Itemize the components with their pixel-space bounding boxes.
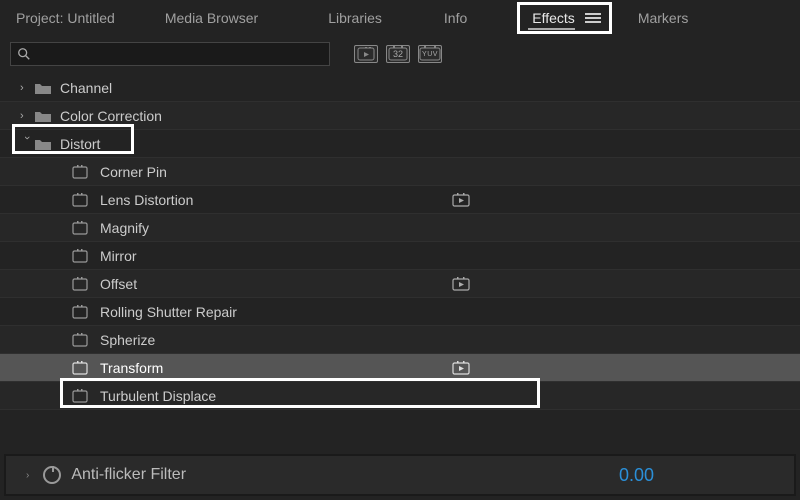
filter-accelerated-icon[interactable] <box>354 45 378 63</box>
effect-rolling-shutter-repair[interactable]: Rolling Shutter Repair <box>0 298 800 326</box>
effect-icon <box>72 165 92 179</box>
panel-menu-icon[interactable] <box>585 11 601 25</box>
effect-icon <box>72 277 92 291</box>
effect-mirror[interactable]: Mirror <box>0 242 800 270</box>
filter-32bit-icon[interactable]: 32 <box>386 45 410 63</box>
tab-effects-active-highlight: Effects <box>517 2 612 34</box>
effect-icon <box>72 249 92 263</box>
effect-corner-pin[interactable]: Corner Pin <box>0 158 800 186</box>
effect-label: Spherize <box>100 332 155 348</box>
tree-folder-label: Channel <box>60 80 112 96</box>
property-value[interactable]: 0.00 <box>619 465 654 486</box>
folder-icon <box>34 81 54 95</box>
effect-controls-row: › Anti-flicker Filter 0.00 <box>4 454 796 496</box>
filter-32bit-label: 32 <box>393 49 403 59</box>
chevron-right-icon: › <box>20 82 34 94</box>
tree-folder-color-correction[interactable]: › Color Correction <box>0 102 800 130</box>
effect-accelerated-badge-icon <box>452 361 470 375</box>
tree-folder-distort[interactable]: › Distort <box>0 130 800 158</box>
effects-tree: › Channel › Color Correction › Distort C… <box>0 74 800 410</box>
tab-project[interactable]: Project: Untitled <box>10 2 145 34</box>
effect-icon <box>72 221 92 235</box>
filter-yuv-icon[interactable]: YUV <box>418 45 442 63</box>
effect-label: Offset <box>100 276 137 292</box>
effect-accelerated-badge-icon <box>452 193 470 207</box>
effects-toolbar: 32 YUV <box>0 36 800 72</box>
tab-media-browser[interactable]: Media Browser <box>145 2 278 34</box>
effect-transform[interactable]: Transform <box>0 354 800 382</box>
effect-label: Turbulent Displace <box>100 388 216 404</box>
tree-folder-channel[interactable]: › Channel <box>0 74 800 102</box>
effect-icon <box>72 389 92 403</box>
panel-tab-bar: Project: Untitled Media Browser Librarie… <box>0 0 800 36</box>
filter-yuv-label: YUV <box>422 51 438 58</box>
effect-icon <box>72 361 92 375</box>
effect-magnify[interactable]: Magnify <box>0 214 800 242</box>
effects-search-box[interactable] <box>10 42 330 66</box>
effect-label: Mirror <box>100 248 137 264</box>
tab-markers[interactable]: Markers <box>618 2 709 34</box>
tree-folder-label: Distort <box>60 136 100 152</box>
folder-icon <box>34 109 54 123</box>
effect-icon <box>72 193 92 207</box>
effect-label: Lens Distortion <box>100 192 193 208</box>
effect-turbulent-displace[interactable]: Turbulent Displace <box>0 382 800 410</box>
effect-icon <box>72 305 92 319</box>
effect-spherize[interactable]: Spherize <box>0 326 800 354</box>
chevron-down-icon: › <box>21 136 33 150</box>
chevron-right-icon[interactable]: › <box>26 470 29 481</box>
anti-flicker-dial-icon[interactable] <box>43 466 61 484</box>
effect-offset[interactable]: Offset <box>0 270 800 298</box>
search-icon <box>17 47 31 61</box>
effect-type-filters: 32 YUV <box>354 45 442 63</box>
effect-lens-distortion[interactable]: Lens Distortion <box>0 186 800 214</box>
property-label: Anti-flicker Filter <box>71 466 186 484</box>
effects-search-input[interactable] <box>35 47 323 62</box>
chevron-right-icon: › <box>20 110 34 122</box>
effect-label: Corner Pin <box>100 164 167 180</box>
tab-effects[interactable]: Effects <box>520 6 583 30</box>
folder-icon <box>34 137 54 151</box>
tab-info[interactable]: Info <box>424 2 487 34</box>
effect-accelerated-badge-icon <box>452 277 470 291</box>
effect-label: Magnify <box>100 220 149 236</box>
tab-libraries[interactable]: Libraries <box>308 2 402 34</box>
effect-label: Rolling Shutter Repair <box>100 304 237 320</box>
effect-icon <box>72 333 92 347</box>
effect-label: Transform <box>100 360 163 376</box>
tree-folder-label: Color Correction <box>60 108 162 124</box>
